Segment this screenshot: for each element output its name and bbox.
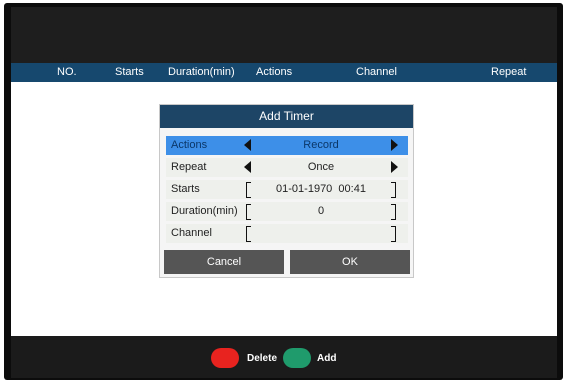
top-bar	[11, 7, 557, 63]
actions-row[interactable]: Actions Record	[166, 136, 408, 155]
hint-bar: Delete Add	[11, 336, 557, 378]
duration-label: Duration(min)	[171, 205, 238, 217]
duration-value[interactable]: 0	[256, 205, 386, 217]
repeat-row[interactable]: Repeat Once	[166, 158, 408, 177]
ok-button[interactable]: OK	[290, 250, 410, 274]
column-header-starts: Starts	[115, 66, 144, 78]
cancel-button[interactable]: Cancel	[164, 250, 284, 274]
right-bracket-icon	[391, 226, 396, 242]
dialog-title: Add Timer	[160, 105, 413, 128]
actions-value: Record	[303, 139, 339, 151]
repeat-value: Once	[307, 161, 335, 173]
right-bracket-icon	[391, 204, 396, 220]
add-timer-dialog: Add Timer Actions Record Repeat Once Sta…	[159, 104, 414, 278]
column-header-channel: Channel	[356, 66, 397, 78]
actions-label: Actions	[171, 139, 208, 151]
right-arrow-icon[interactable]	[391, 161, 398, 173]
right-arrow-icon[interactable]	[391, 139, 398, 151]
green-key-icon[interactable]	[283, 348, 311, 368]
left-bracket-icon	[246, 182, 251, 198]
add-hint-label: Add	[317, 353, 337, 364]
timer-table-header: NO. Starts Duration(min) Actions Channel…	[11, 63, 557, 82]
duration-row[interactable]: Duration(min) 0	[166, 202, 408, 221]
starts-row[interactable]: Starts 01-01-1970 00:41	[166, 180, 408, 199]
channel-label: Channel	[171, 227, 212, 239]
column-header-duration: Duration(min)	[168, 66, 235, 78]
left-bracket-icon	[246, 204, 251, 220]
channel-row[interactable]: Channel	[166, 224, 408, 243]
left-bracket-icon	[246, 226, 251, 242]
left-arrow-icon[interactable]	[244, 139, 251, 151]
starts-label: Starts	[171, 183, 200, 195]
delete-hint-label: Delete	[247, 353, 278, 364]
column-header-no: NO.	[57, 66, 77, 78]
left-arrow-icon[interactable]	[244, 161, 251, 173]
starts-value[interactable]: 01-01-1970 00:41	[256, 183, 386, 195]
red-key-icon[interactable]	[211, 348, 239, 368]
column-header-actions: Actions	[256, 66, 293, 78]
right-bracket-icon	[391, 182, 396, 198]
column-header-repeat: Repeat	[491, 66, 527, 78]
repeat-label: Repeat	[171, 161, 207, 173]
